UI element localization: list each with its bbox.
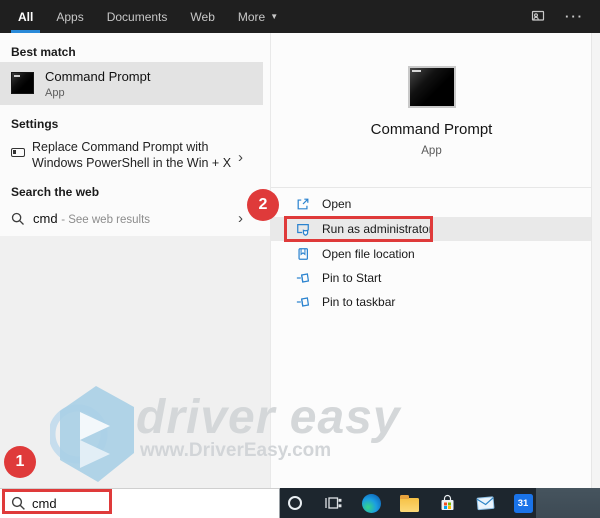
- edge-icon[interactable]: [361, 493, 381, 513]
- action-pin-to-start[interactable]: Pin to Start: [271, 266, 592, 290]
- best-match-header: Best match: [11, 45, 76, 59]
- more-options-icon[interactable]: ···: [565, 10, 584, 23]
- command-prompt-icon: [11, 72, 34, 94]
- command-prompt-icon-large: [408, 66, 456, 108]
- tab-all[interactable]: All: [10, 0, 41, 33]
- preview-app-title: Command Prompt: [370, 121, 493, 138]
- open-icon: [296, 197, 310, 211]
- settings-result[interactable]: Replace Command Prompt with Windows Powe…: [0, 137, 263, 177]
- pin-icon: [296, 295, 310, 309]
- search-icon: [11, 212, 25, 231]
- chevron-right-icon: ›: [238, 210, 243, 227]
- windows-search-flyout: All Apps Documents Web More ▼ ··· Best m…: [0, 0, 600, 518]
- tab-web[interactable]: Web: [190, 0, 214, 33]
- settings-toggle-icon: [11, 148, 25, 157]
- best-match-result[interactable]: Command Prompt App: [0, 62, 263, 105]
- action-file-location-label: Open file location: [322, 247, 415, 261]
- file-explorer-icon[interactable]: [399, 493, 419, 513]
- feedback-icon[interactable]: [530, 9, 546, 25]
- settings-result-label: Replace Command Prompt with Windows Powe…: [32, 139, 231, 171]
- file-location-icon: [296, 247, 310, 261]
- mail-icon[interactable]: [475, 493, 495, 513]
- blurred-system-tray[interactable]: [536, 488, 600, 518]
- action-pin-taskbar-label: Pin to taskbar: [322, 295, 396, 309]
- settings-result-line2: Windows PowerShell in the Win + X: [32, 156, 232, 170]
- results-column: Best match Command Prompt App Settings R…: [0, 33, 270, 488]
- best-match-subtitle: App: [45, 87, 65, 99]
- chevron-down-icon: ▼: [270, 12, 279, 21]
- search-web-header: Search the web: [11, 185, 100, 199]
- chevron-right-icon: ›: [238, 149, 243, 166]
- tab-web-label: Web: [190, 9, 215, 24]
- settings-result-line1: Replace Command Prompt with: [32, 140, 209, 154]
- panel-divider: [271, 187, 592, 188]
- web-result-label: cmd - See web results: [33, 211, 150, 226]
- cortana-icon[interactable]: [285, 493, 305, 513]
- action-open[interactable]: Open: [271, 192, 592, 216]
- preview-app-type: App: [421, 145, 442, 157]
- web-suffix: - See web results: [61, 214, 151, 226]
- tab-apps[interactable]: Apps: [56, 0, 83, 33]
- annotation-step-2-badge: 2: [247, 189, 279, 221]
- action-open-label: Open: [322, 197, 352, 211]
- action-pin-to-taskbar[interactable]: Pin to taskbar: [271, 290, 592, 314]
- scrollbar[interactable]: [591, 33, 600, 488]
- topbar-actions: ···: [530, 0, 584, 33]
- tab-apps-label: Apps: [56, 9, 84, 24]
- action-open-file-location[interactable]: Open file location: [271, 242, 592, 266]
- annotation-step-2-box: [284, 216, 433, 242]
- annotation-step-1-badge: 1: [4, 446, 36, 478]
- tab-more-label: More: [237, 9, 266, 24]
- tab-documents-label: Documents: [106, 9, 168, 24]
- action-pin-start-label: Pin to Start: [322, 271, 382, 285]
- calendar-day-number: 31: [513, 493, 533, 513]
- web-search-result[interactable]: cmd - See web results ›: [0, 205, 263, 235]
- settings-header: Settings: [11, 117, 59, 131]
- taskbar: 31: [280, 488, 600, 518]
- task-view-icon[interactable]: [323, 493, 343, 513]
- tab-all-label: All: [18, 9, 34, 24]
- search-filter-tabs: All Apps Documents Web More ▼: [10, 0, 278, 33]
- pin-icon: [296, 271, 310, 285]
- tab-more[interactable]: More ▼: [238, 0, 278, 33]
- web-query: cmd: [33, 211, 58, 226]
- best-match-title: Command Prompt: [45, 69, 151, 84]
- calendar-icon[interactable]: 31: [513, 493, 533, 513]
- search-topbar: All Apps Documents Web More ▼ ···: [0, 0, 600, 33]
- store-icon[interactable]: [437, 493, 457, 513]
- tab-documents[interactable]: Documents: [107, 0, 168, 33]
- annotation-step-1-box: [2, 489, 112, 514]
- preview-panel: Command Prompt App Open Run as administr…: [270, 33, 600, 488]
